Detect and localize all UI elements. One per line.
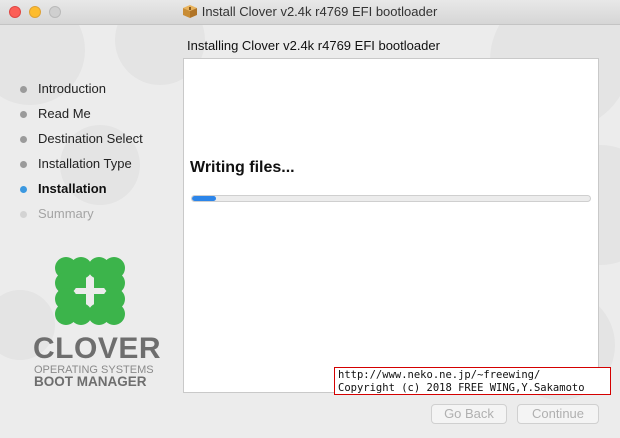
step-label: Summary — [38, 206, 94, 221]
step-bullet — [20, 136, 27, 143]
package-icon — [182, 5, 197, 18]
step-bullet — [20, 86, 27, 93]
progress-bar-fill — [192, 196, 216, 201]
step-introduction: Introduction — [18, 80, 183, 105]
step-bullet-active — [20, 186, 27, 193]
clover-leaf-icon — [55, 257, 125, 325]
watermark-copyright: Copyright (c) 2018 FREE WING,Y.Sakamoto — [338, 381, 585, 394]
step-label: Read Me — [38, 106, 91, 121]
step-label: Introduction — [38, 81, 106, 96]
window-title: Install Clover v2.4k r4769 EFI bootloade… — [201, 4, 438, 19]
installer-window: Install Clover v2.4k r4769 EFI bootloade… — [0, 0, 620, 438]
logo-wordmark: CLOVER — [33, 332, 162, 365]
status-text: Writing files... — [190, 159, 295, 176]
copyright-watermark: http://www.neko.ne.jp/~freewing/ Copyrig… — [334, 367, 611, 395]
step-read-me: Read Me — [18, 105, 183, 130]
progress-bar — [191, 195, 591, 202]
step-label: Destination Select — [38, 131, 143, 146]
installer-steps: Introduction Read Me Destination Select … — [18, 80, 183, 230]
watermark-url: http://www.neko.ne.jp/~freewing/ — [338, 369, 541, 381]
title-bar[interactable]: Install Clover v2.4k r4769 EFI bootloade… — [0, 0, 620, 25]
step-installation: Installation — [18, 180, 183, 205]
step-label: Installation Type — [38, 156, 132, 171]
step-label: Installation — [38, 181, 107, 196]
step-bullet — [20, 111, 27, 118]
step-bullet — [20, 161, 27, 168]
window-title-area: Install Clover v2.4k r4769 EFI bootloade… — [0, 4, 620, 19]
go-back-button[interactable]: Go Back — [431, 404, 507, 424]
logo-tagline-bottom: BOOT MANAGER — [34, 374, 147, 389]
page-title: Installing Clover v2.4k r4769 EFI bootlo… — [187, 38, 440, 53]
content-panel — [183, 58, 599, 393]
continue-button[interactable]: Continue — [517, 404, 599, 424]
step-bullet — [20, 211, 27, 218]
step-summary: Summary — [18, 205, 183, 230]
step-destination-select: Destination Select — [18, 130, 183, 155]
step-installation-type: Installation Type — [18, 155, 183, 180]
